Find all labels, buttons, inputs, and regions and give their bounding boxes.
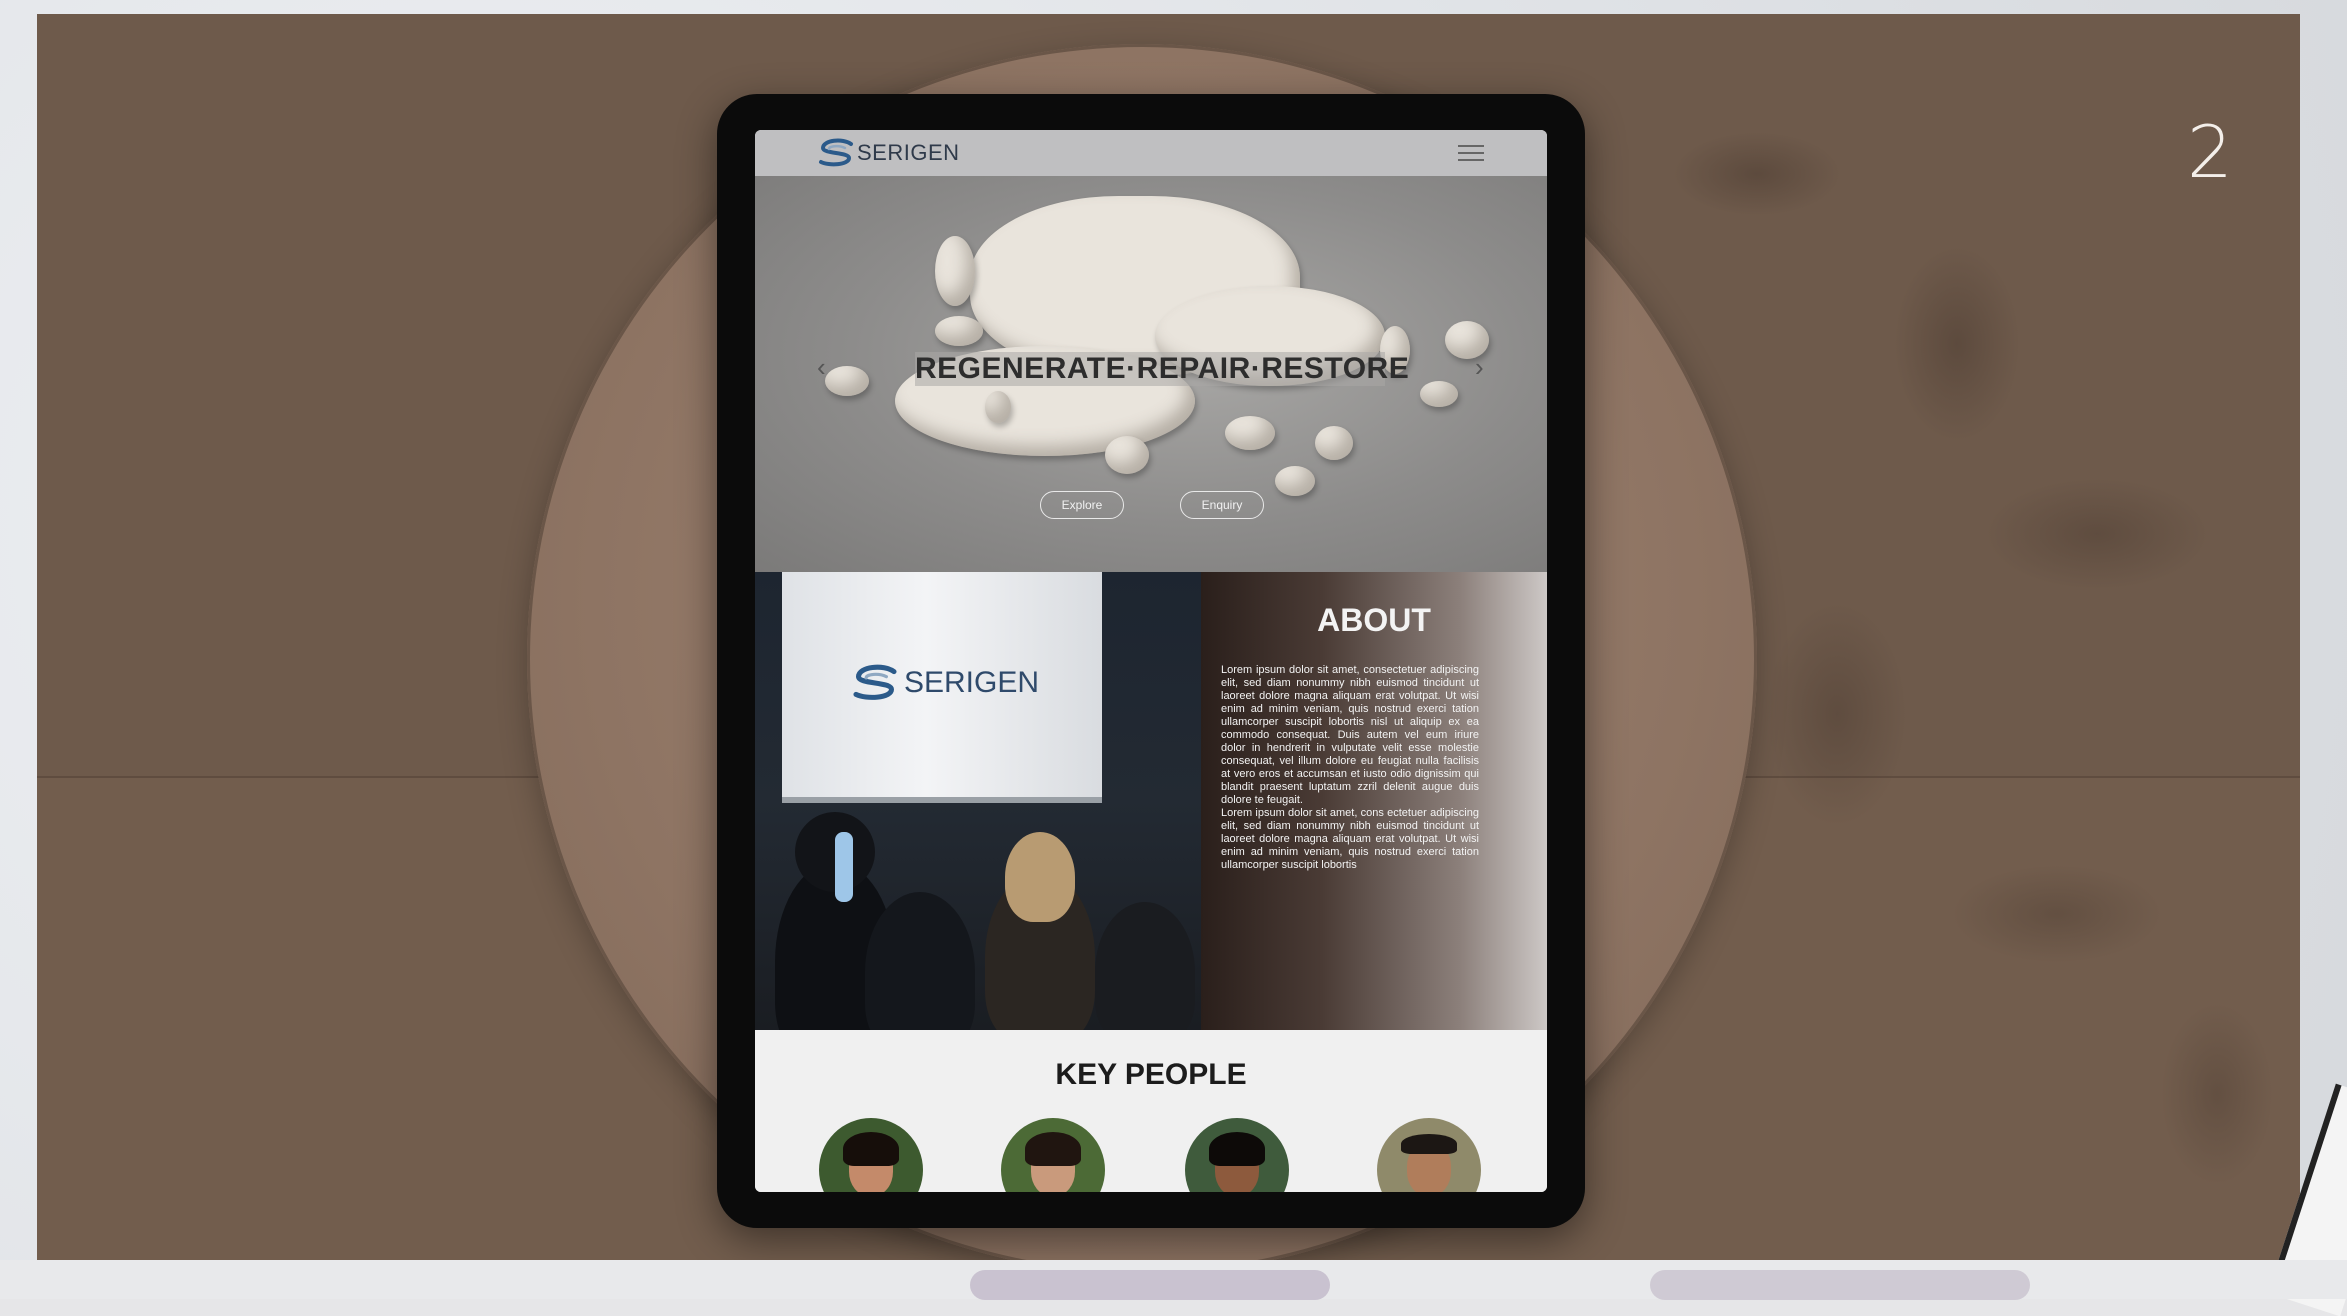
key-people-section: KEY PEOPLE (755, 1030, 1547, 1192)
cocoon-image (1105, 436, 1149, 474)
serigen-logo-icon (853, 664, 897, 700)
hero-banner: ‹ › REGENERATE·REPAIR·RESTORE Explore En… (755, 176, 1547, 572)
about-body: Lorem ipsum dolor sit amet, consectetuer… (1221, 664, 1479, 872)
cocoon-image (1315, 426, 1353, 460)
projector-screen: SERIGEN (782, 572, 1102, 803)
about-photo: SERIGEN (755, 572, 1201, 1030)
slide-number: 2 (2187, 110, 2233, 194)
next-slide-shape (970, 1270, 1330, 1300)
person-avatar[interactable] (819, 1118, 923, 1192)
audience-member (1005, 832, 1075, 922)
avatar-hair (843, 1132, 899, 1166)
avatar-hair (1025, 1132, 1081, 1166)
about-section: ABOUT Lorem ipsum dolor sit amet, consec… (1201, 572, 1547, 1030)
avatar-hair (1401, 1134, 1457, 1154)
cocoon-image (1275, 466, 1315, 496)
cocoon-image (935, 316, 983, 346)
key-people-heading: KEY PEOPLE (1055, 1058, 1247, 1091)
site-navbar: SERIGEN (755, 130, 1547, 176)
enquiry-button[interactable]: Enquiry (1180, 491, 1264, 519)
projector-brand-text: SERIGEN (904, 666, 1040, 699)
presentation-slide: 2 SERIGEN ‹ › REGENERATE·REPAIR·RESTORE … (37, 14, 2300, 1299)
carousel-prev-icon[interactable]: ‹ (817, 352, 826, 383)
about-heading: ABOUT (1317, 602, 1431, 638)
phone-light (835, 832, 853, 902)
cocoon-image (825, 366, 869, 396)
audience-member (865, 892, 975, 1030)
next-slide-shape (1650, 1270, 2030, 1300)
cocoon-image (985, 391, 1011, 423)
menu-icon[interactable] (1458, 140, 1484, 162)
about-paragraph: Lorem ipsum dolor sit amet, consectetuer… (1221, 664, 1479, 806)
tablet-screen: SERIGEN ‹ › REGENERATE·REPAIR·RESTORE Ex… (755, 130, 1547, 1192)
about-paragraph: Lorem ipsum dolor sit amet, cons ectetue… (1221, 807, 1479, 871)
avatar-hair (1209, 1132, 1265, 1166)
carousel-next-icon[interactable]: › (1475, 352, 1484, 383)
cocoon-image (1420, 381, 1458, 407)
next-slide-strip (0, 1260, 2347, 1300)
cocoon-image (935, 236, 975, 306)
tablet-mockup: SERIGEN ‹ › REGENERATE·REPAIR·RESTORE Ex… (717, 94, 1585, 1228)
audience-member (1095, 902, 1195, 1030)
person-avatar[interactable] (1001, 1118, 1105, 1192)
explore-button[interactable]: Explore (1040, 491, 1124, 519)
cocoon-image (1225, 416, 1275, 450)
person-avatar[interactable] (1185, 1118, 1289, 1192)
person-avatar[interactable] (1377, 1118, 1481, 1192)
brand-name[interactable]: SERIGEN (857, 140, 960, 166)
serigen-logo-icon[interactable] (815, 138, 857, 168)
hero-headline: REGENERATE·REPAIR·RESTORE (915, 352, 1410, 386)
